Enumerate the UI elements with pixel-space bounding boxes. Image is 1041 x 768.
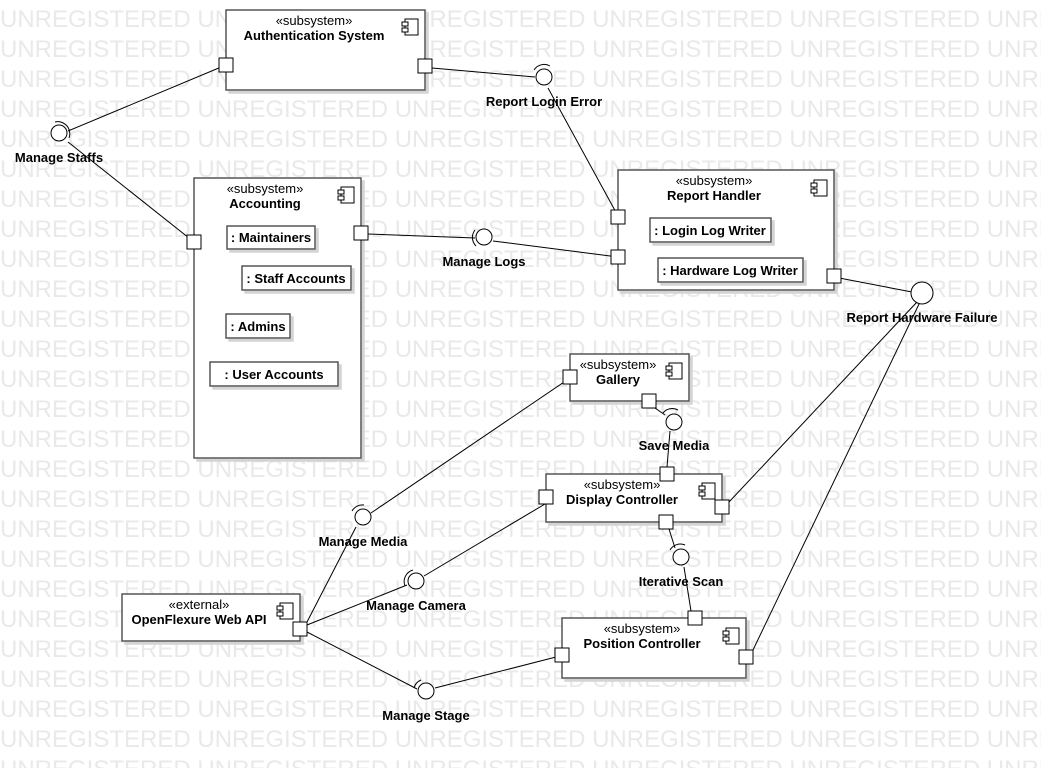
part-admins[interactable]: : Admins	[225, 313, 291, 339]
component-stereotype: «subsystem»	[580, 357, 657, 372]
port[interactable]	[538, 489, 554, 505]
interface-manage-logs[interactable]: Manage Logs	[442, 228, 526, 269]
port[interactable]	[659, 466, 675, 482]
port[interactable]	[292, 621, 308, 637]
port[interactable]	[353, 225, 369, 241]
port[interactable]	[641, 393, 657, 409]
interface-iterative-scan[interactable]: Iterative Scan	[639, 543, 724, 589]
component-name: Gallery	[596, 372, 641, 387]
port[interactable]	[826, 268, 842, 284]
interface-report-login-error[interactable]: Report Login Error	[486, 63, 602, 109]
component-stereotype: «subsystem»	[227, 181, 304, 196]
port[interactable]	[554, 647, 570, 663]
interface-label: Manage Staffs	[15, 150, 103, 165]
interface-save-media[interactable]: Save Media	[639, 408, 711, 453]
part-label: : User Accounts	[224, 367, 323, 382]
part-hardware-log-writer[interactable]: : Hardware Log Writer	[657, 257, 804, 283]
interface-label: Manage Media	[319, 534, 409, 549]
component-openflexure-web-api[interactable]: «external» OpenFlexure Web API	[121, 593, 301, 642]
component-diagram: «subsystem» Authentication System «subsy…	[15, 9, 998, 723]
interface-label: Report Login Error	[486, 94, 602, 109]
interface-manage-media[interactable]: Manage Media	[319, 504, 409, 549]
part-maintainers[interactable]: : Maintainers	[226, 225, 316, 250]
component-name: OpenFlexure Web API	[131, 612, 266, 627]
port[interactable]	[417, 58, 433, 74]
component-stereotype: «external»	[169, 597, 230, 612]
port[interactable]	[218, 57, 234, 73]
port[interactable]	[610, 209, 626, 225]
part-label: : Login Log Writer	[654, 223, 766, 238]
component-gallery[interactable]: «subsystem» Gallery	[569, 353, 690, 402]
port[interactable]	[687, 610, 703, 626]
component-position-controller[interactable]: «subsystem» Position Controller	[561, 617, 747, 679]
interface-label: Manage Logs	[442, 254, 525, 269]
part-label: : Hardware Log Writer	[662, 263, 798, 278]
port[interactable]	[658, 514, 674, 530]
component-stereotype: «subsystem»	[584, 477, 661, 492]
component-name: Report Handler	[667, 188, 761, 203]
port[interactable]	[186, 234, 202, 250]
component-name: Position Controller	[584, 636, 701, 651]
part-staff-accounts[interactable]: : Staff Accounts	[241, 265, 352, 291]
components: «subsystem» Authentication System «subsy…	[121, 9, 835, 679]
part-user-accounts[interactable]: : User Accounts	[209, 361, 339, 387]
interface-manage-camera[interactable]: Manage Camera	[366, 569, 467, 613]
part-label: : Admins	[230, 319, 285, 334]
component-display-controller[interactable]: «subsystem» Display Controller	[545, 473, 723, 523]
component-name: Display Controller	[566, 492, 678, 507]
component-name: Accounting	[229, 196, 301, 211]
part-login-log-writer[interactable]: : Login Log Writer	[649, 217, 772, 243]
interface-label: Save Media	[639, 438, 711, 453]
port[interactable]	[714, 499, 730, 515]
interface-manage-stage[interactable]: Manage Stage	[382, 679, 470, 723]
interface-manage-staffs[interactable]: Manage Staffs	[15, 121, 103, 165]
interface-label: Manage Stage	[382, 708, 469, 723]
part-label: : Maintainers	[231, 230, 311, 245]
component-authentication-system[interactable]: «subsystem» Authentication System	[225, 9, 426, 91]
component-stereotype: «subsystem»	[276, 13, 353, 28]
component-stereotype: «subsystem»	[676, 173, 753, 188]
interface-label: Manage Camera	[366, 598, 466, 613]
interface-label: Report Hardware Failure	[847, 310, 998, 325]
interface-label: Iterative Scan	[639, 574, 724, 589]
port[interactable]	[610, 249, 626, 265]
component-name: Authentication System	[244, 28, 385, 43]
port[interactable]	[738, 649, 754, 665]
port[interactable]	[562, 369, 578, 385]
component-stereotype: «subsystem»	[604, 621, 681, 636]
interface-report-hardware-failure[interactable]: Report Hardware Failure	[847, 281, 998, 325]
part-label: : Staff Accounts	[246, 271, 345, 286]
